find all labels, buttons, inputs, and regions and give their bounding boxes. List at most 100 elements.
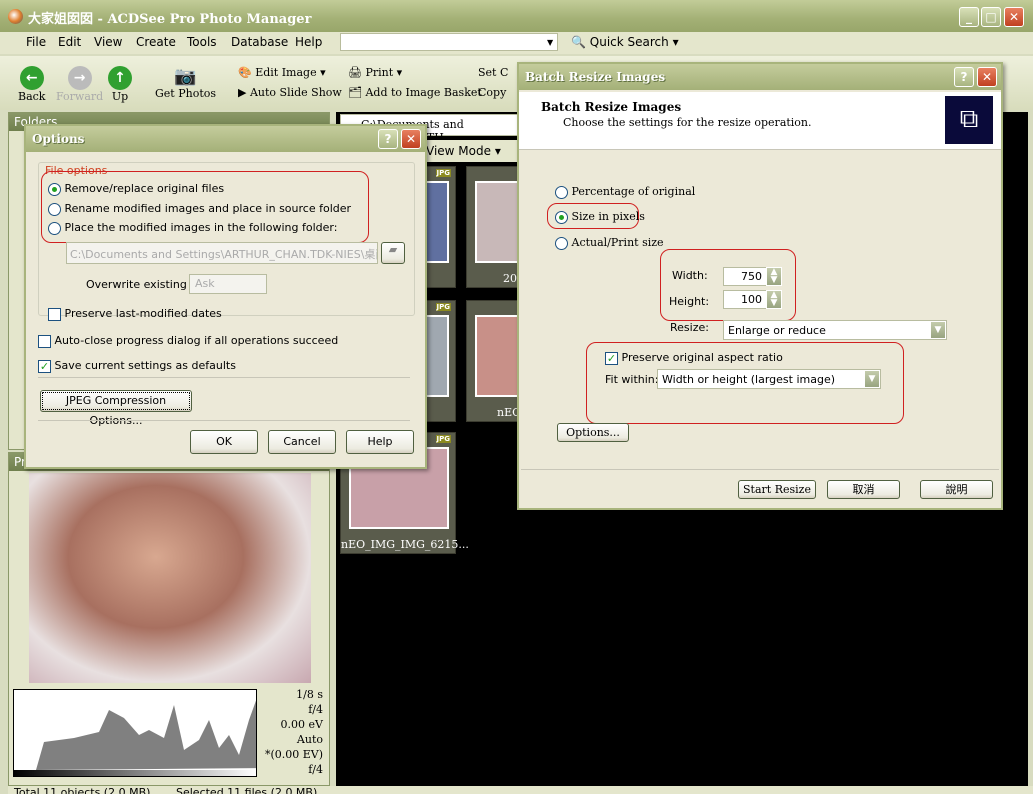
fit-within-dropdown[interactable]: Width or height (largest image) ▼ [657,369,881,389]
divider [38,420,410,421]
close-button[interactable]: ✕ [1004,7,1024,27]
up-button[interactable]: ↑ Up [108,66,132,103]
radio-remove-replace[interactable]: Remove/replace original files [48,182,224,196]
browse-folder-button[interactable]: ▰ [381,242,405,264]
help-button[interactable]: Help [346,430,414,454]
overwrite-value: Ask [195,277,215,290]
resize-icon: ⧉ [945,96,993,144]
radio-icon [555,210,568,224]
ok-button[interactable]: OK [190,430,258,454]
back-arrow-icon: ← [19,66,44,90]
print-button[interactable]: 🖨 Print ▾ [348,66,402,79]
save-defaults-checkbox[interactable]: ✓ Save current settings as defaults [38,359,236,373]
thumbnail-caption: nEO_IMG_IMG_6215... [341,538,469,551]
menu-help[interactable]: Help [295,35,322,49]
add-basket-button[interactable]: 🗂 Add to Image Basket [348,86,482,99]
radio-place-folder[interactable]: Place the modified images in the followi… [48,221,337,235]
checkbox-label: Save current settings as defaults [54,359,236,372]
search-icon: 🔍 [571,35,586,49]
copy-button[interactable]: Copy [478,86,506,99]
close-icon[interactable]: ✕ [401,129,421,149]
overwrite-dropdown[interactable]: Ask [189,274,267,294]
slideshow-icon: ▶ [238,86,247,99]
minimize-button[interactable]: _ [959,7,979,27]
start-resize-button[interactable]: Start Resize [738,480,816,499]
back-label: Back [18,90,46,103]
height-spinner[interactable]: ▲ ▼ [766,290,782,309]
radio-percentage[interactable]: Percentage of original [555,185,695,199]
quick-search-label: Quick Search [589,35,669,49]
get-photos-button[interactable]: 📷 Get Photos [155,66,216,100]
exif-fstop: f/4 [308,763,323,776]
quick-search-button[interactable]: 🔍 Quick Search ▾ [571,35,679,49]
view-mode-label: View Mode [426,144,491,158]
chevron-down-icon: ▼ [930,321,946,339]
basket-icon: 🗂 [348,86,362,99]
radio-actual-print[interactable]: Actual/Print size [555,236,664,250]
exif-compensation: *(0.00 EV) [264,748,323,761]
fit-within-label: Fit within: [605,373,659,386]
copy-label: Copy [478,86,507,99]
edit-image-label: Edit Image [255,66,317,79]
status-selected: Selected 11 files (2.0 MB) [176,786,318,794]
status-bar: Total 11 objects (2.0 MB) Selected 11 fi… [8,786,1033,794]
options-button[interactable]: Options... [557,423,629,442]
chevron-down-icon[interactable]: ▼ [547,38,553,47]
back-button[interactable]: ← Back [18,66,45,103]
set-label: Set C [478,66,509,79]
divider [521,469,999,470]
edit-image-button[interactable]: 🎨 Edit Image ▾ [238,66,326,79]
menu-view[interactable]: View [94,35,122,49]
menu-database[interactable]: Database [231,35,288,49]
exif-ev: 0.00 eV [280,718,323,731]
checkbox-icon [48,307,61,321]
preserve-dates-checkbox[interactable]: Preserve last-modified dates [48,307,222,321]
forward-button[interactable]: → Forward [56,66,103,103]
help-icon[interactable]: ? [378,129,398,149]
width-input[interactable]: 750 [723,267,767,286]
batch-dialog-title: Batch Resize Images [519,64,1001,90]
status-total: Total 11 objects (2.0 MB) [14,786,151,794]
width-spinner[interactable]: ▲ ▼ [766,267,782,286]
radio-rename[interactable]: Rename modified images and place in sour… [48,202,351,216]
exif-info: 1/8 s f/4 0.00 eV Auto *(0.00 EV) f/4 [259,687,323,777]
menu-file[interactable]: File [26,35,46,49]
histogram-graph [14,695,264,776]
jpeg-compression-button[interactable]: JPEG Compression Options... [40,390,192,427]
cancel-button[interactable]: 取消 [827,480,900,499]
histogram [13,689,264,777]
add-basket-label: Add to Image Basket [365,86,482,99]
auto-slide-show-button[interactable]: ▶ Auto Slide Show [238,86,342,99]
checkbox-icon [38,334,51,348]
radio-label: Rename modified images and place in sour… [64,202,352,215]
set-button[interactable]: Set C [478,66,508,79]
divider [38,377,410,378]
up-arrow-icon: ↑ [108,66,132,90]
menu-tools[interactable]: Tools [187,35,217,49]
checkbox-label: Auto-close progress dialog if all operat… [54,334,339,347]
menu-edit[interactable]: Edit [58,35,81,49]
resize-dropdown[interactable]: Enlarge or reduce ▼ [723,320,947,340]
search-input[interactable] [340,33,558,51]
maximize-button[interactable]: □ [981,7,1001,27]
help-button[interactable]: 說明 [920,480,993,499]
preserve-aspect-checkbox[interactable]: ✓ Preserve original aspect ratio [605,351,783,365]
exif-shutter: 1/8 s [296,688,323,701]
radio-label: Actual/Print size [571,236,664,249]
checkmark-icon: ✓ [605,351,618,365]
wizard-header: Batch Resize Images Choose the settings … [519,92,1001,150]
radio-size-pixels[interactable]: Size in pixels [555,210,645,224]
forward-label: Forward [56,90,104,103]
menu-create[interactable]: Create [136,35,176,49]
radio-icon [48,182,61,196]
help-icon[interactable]: ? [954,67,974,87]
auto-slide-show-label: Auto Slide Show [249,86,342,99]
close-icon[interactable]: ✕ [977,67,997,87]
height-input[interactable]: 100 [723,290,767,309]
window-title: 大家姐囡囡 - ACDSee Pro Photo Manager [28,12,312,27]
edit-icon: 🎨 [238,66,252,79]
folder-dropdown[interactable]: C:\Documents and Settings\ARTHUR_CHAN.TD… [66,242,378,264]
cancel-button[interactable]: Cancel [268,430,336,454]
auto-close-checkbox[interactable]: Auto-close progress dialog if all operat… [38,334,338,348]
radio-label: Size in pixels [571,210,645,223]
